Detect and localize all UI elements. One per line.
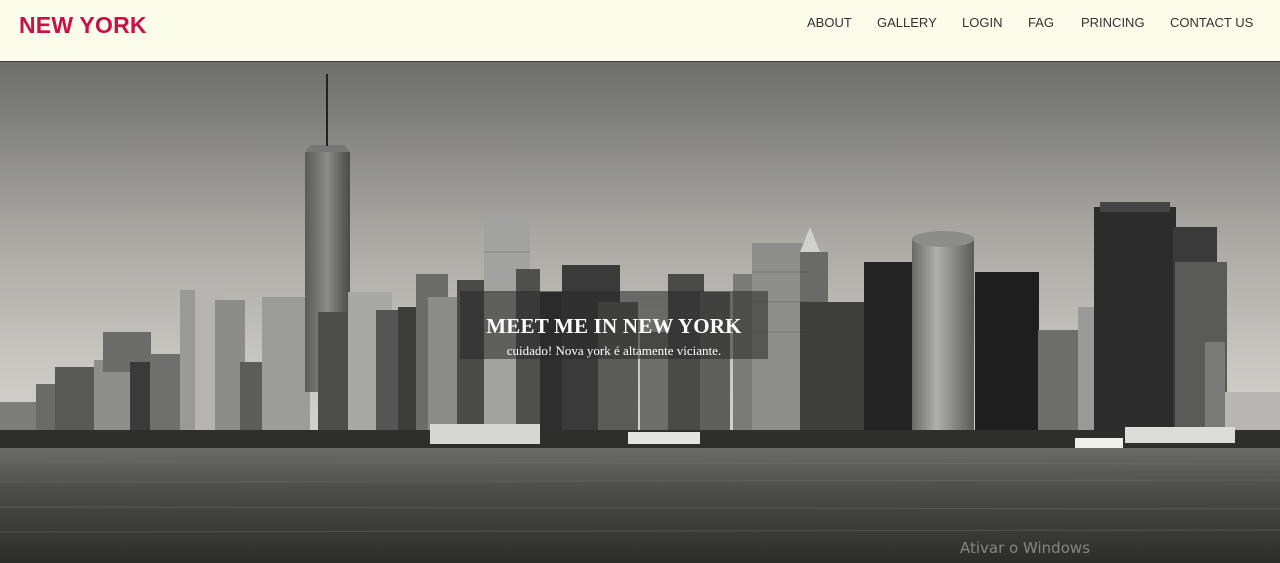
hero-banner	[0, 62, 1280, 563]
hero-tagline: cuidado! Nova york é altamente viciante.	[506, 343, 722, 358]
hero-headline: MEET ME IN NEW YORK	[486, 314, 742, 338]
top-navbar: NEW YORK ABOUT GALLERY LOGIN FAG PRINCIN…	[0, 0, 1280, 62]
brand-logo[interactable]: NEW YORK	[19, 12, 147, 39]
nav-fag[interactable]: FAG	[1028, 15, 1054, 30]
activation-watermark: Ativar o Windows	[960, 539, 1090, 557]
nav-about[interactable]: ABOUT	[807, 15, 852, 30]
nav-login[interactable]: LOGIN	[962, 15, 1002, 30]
nav-contact-us[interactable]: CONTACT US	[1170, 15, 1253, 30]
nav-gallery[interactable]: GALLERY	[877, 15, 937, 30]
nav-princing[interactable]: PRINCING	[1081, 15, 1145, 30]
